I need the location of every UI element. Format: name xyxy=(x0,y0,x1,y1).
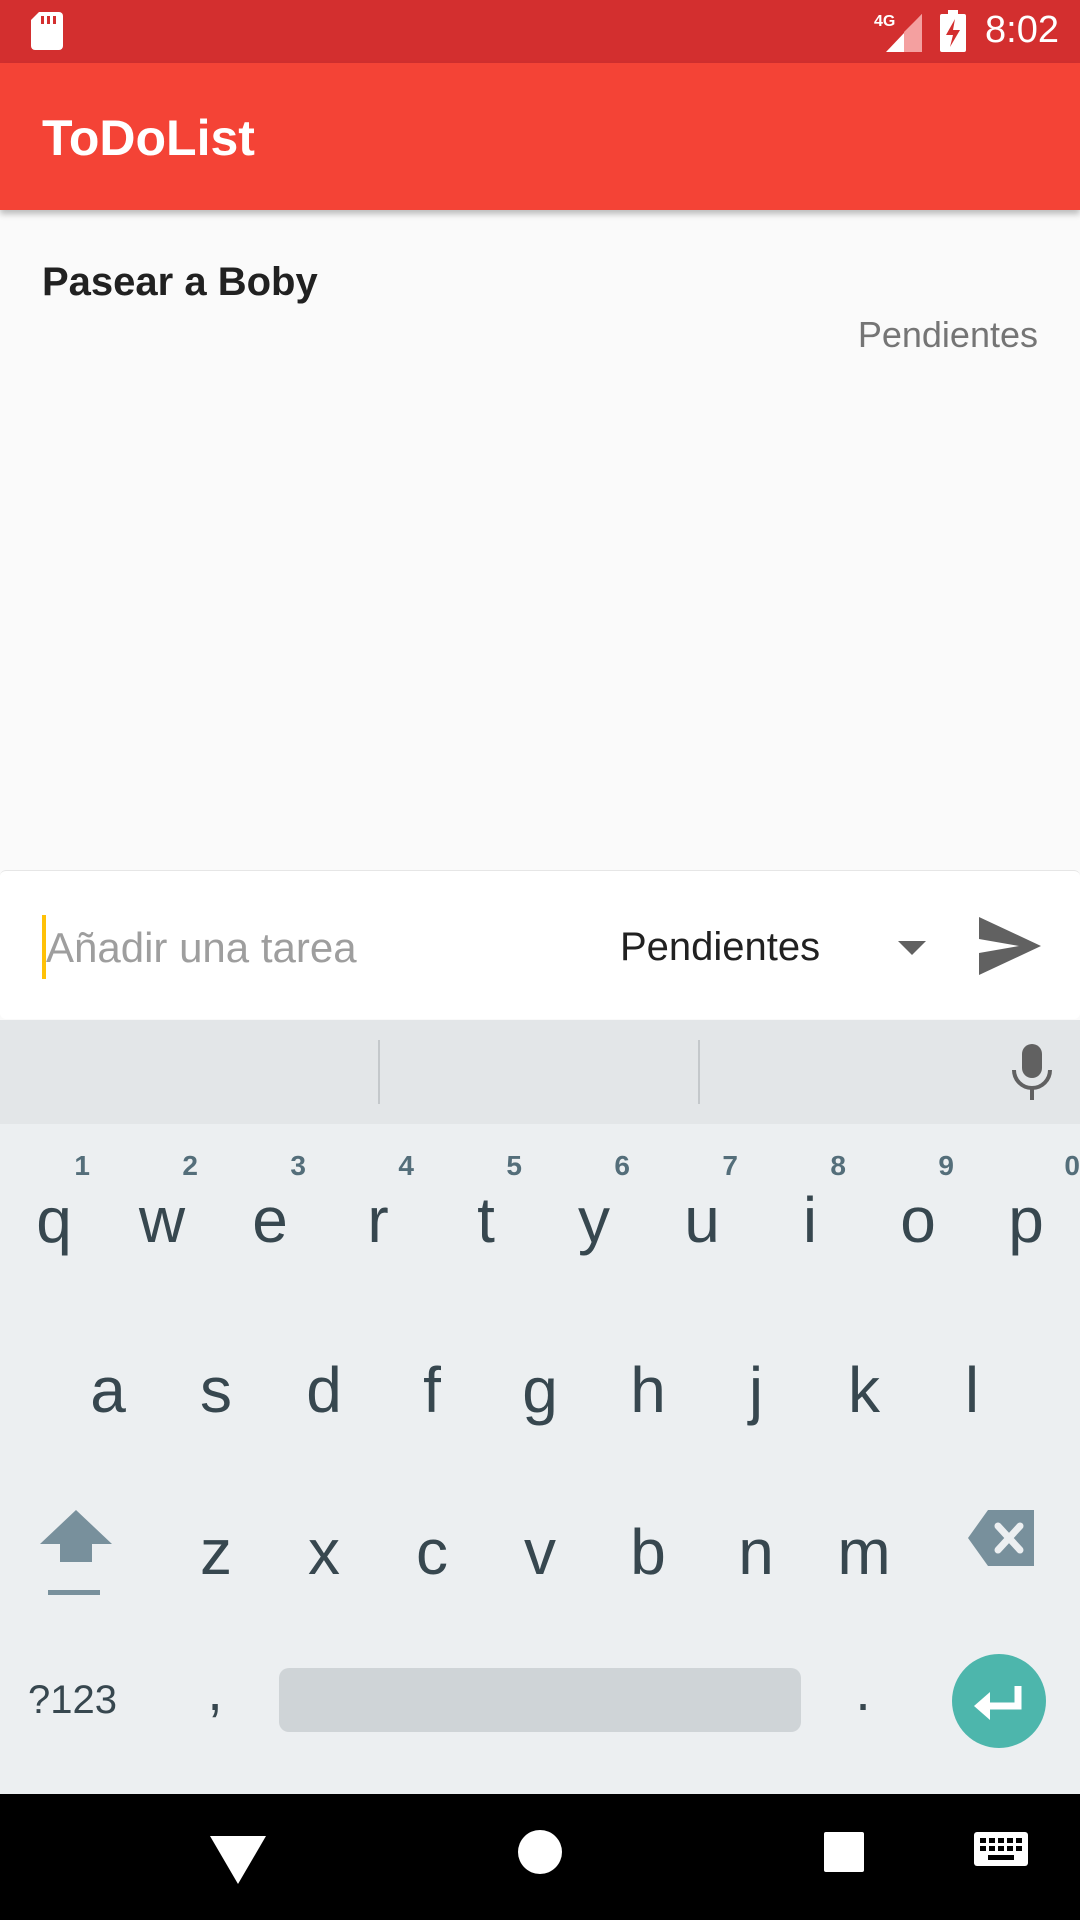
status-bar: 4G 8:02 xyxy=(0,0,1080,63)
app-title: ToDoList xyxy=(42,110,255,166)
key-w[interactable]: w2 xyxy=(108,1150,216,1290)
enter-key[interactable] xyxy=(952,1654,1046,1748)
soft-keyboard: q1 w2 e3 r4 t5 y6 u7 i8 o9 p0 a s d f g … xyxy=(0,1020,1080,1794)
key-x[interactable]: x xyxy=(270,1482,378,1622)
clock: 8:02 xyxy=(985,9,1059,51)
comma-key[interactable]: , xyxy=(190,1646,240,1736)
key-r[interactable]: r4 xyxy=(324,1150,432,1290)
battery-charging-icon xyxy=(940,10,966,52)
key-j[interactable]: j xyxy=(702,1320,810,1460)
backspace-icon[interactable] xyxy=(968,1508,1038,1568)
app-bar: ToDoList xyxy=(0,63,1080,210)
svg-text:4G: 4G xyxy=(874,13,895,30)
suggestion-divider xyxy=(378,1040,380,1104)
key-i[interactable]: i8 xyxy=(756,1150,864,1290)
key-m[interactable]: m xyxy=(810,1482,918,1622)
chevron-down-icon xyxy=(898,941,926,955)
key-s[interactable]: s xyxy=(162,1320,270,1460)
back-icon[interactable] xyxy=(210,1836,266,1884)
key-o[interactable]: o9 xyxy=(864,1150,972,1290)
list-item[interactable]: Pasear a Boby Pendientes xyxy=(0,210,1080,370)
key-t[interactable]: t5 xyxy=(432,1150,540,1290)
suggestion-strip xyxy=(0,1020,1080,1124)
key-l[interactable]: l xyxy=(918,1320,1026,1460)
status-dropdown[interactable]: Pendientes xyxy=(620,911,940,983)
home-icon[interactable] xyxy=(518,1830,562,1874)
sd-card-icon xyxy=(31,12,63,50)
key-c[interactable]: c xyxy=(378,1482,486,1622)
add-task-bar: Pendientes xyxy=(0,870,1080,1019)
key-f[interactable]: f xyxy=(378,1320,486,1460)
key-g[interactable]: g xyxy=(486,1320,594,1460)
space-bar[interactable] xyxy=(279,1668,801,1732)
suggestion-divider xyxy=(698,1040,700,1104)
symbols-key[interactable]: ?123 xyxy=(28,1660,138,1740)
status-dropdown-value: Pendientes xyxy=(620,925,821,969)
task-title: Pasear a Boby xyxy=(42,260,318,304)
key-h[interactable]: h xyxy=(594,1320,702,1460)
send-icon[interactable] xyxy=(975,911,1045,981)
task-input[interactable] xyxy=(44,907,568,989)
key-n[interactable]: n xyxy=(702,1482,810,1622)
key-a[interactable]: a xyxy=(54,1320,162,1460)
signal-4g-icon: 4G xyxy=(874,13,922,52)
shift-icon[interactable] xyxy=(36,1510,116,1610)
period-key[interactable]: . xyxy=(838,1646,888,1736)
key-z[interactable]: z xyxy=(162,1482,270,1622)
key-k[interactable]: k xyxy=(810,1320,918,1460)
keyboard-icon[interactable] xyxy=(974,1832,1028,1872)
navigation-bar xyxy=(0,1794,1080,1920)
key-p[interactable]: p0 xyxy=(972,1150,1080,1290)
key-d[interactable]: d xyxy=(270,1320,378,1460)
key-y[interactable]: y6 xyxy=(540,1150,648,1290)
task-status: Pendientes xyxy=(857,314,1038,355)
task-list: Pasear a Boby Pendientes xyxy=(0,210,1080,870)
microphone-icon[interactable] xyxy=(1010,1044,1054,1102)
recents-icon[interactable] xyxy=(824,1832,864,1872)
key-u[interactable]: u7 xyxy=(648,1150,756,1290)
enter-arrow-icon xyxy=(974,1686,1022,1720)
key-e[interactable]: e3 xyxy=(216,1150,324,1290)
key-v[interactable]: v xyxy=(486,1482,594,1622)
key-b[interactable]: b xyxy=(594,1482,702,1622)
key-q[interactable]: q1 xyxy=(0,1150,108,1290)
